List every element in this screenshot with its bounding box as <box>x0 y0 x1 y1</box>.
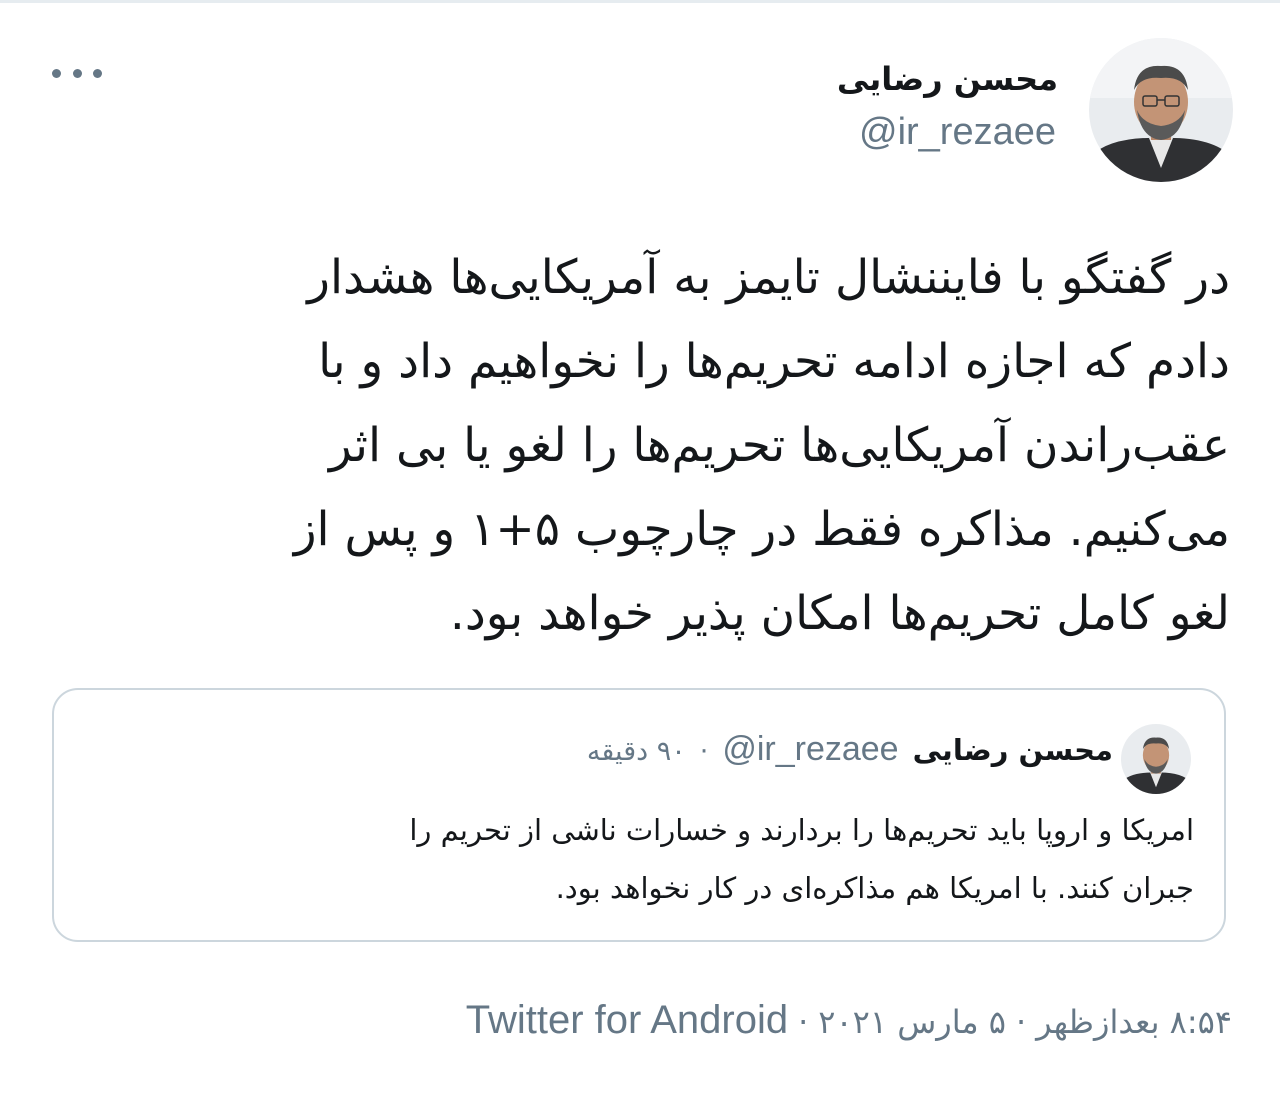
quoted-tweet-header: محسن رضایی @ir_rezaee · ۹۰ دقیقه <box>587 730 1113 769</box>
avatar[interactable] <box>1089 38 1233 182</box>
quoted-line: جبران کنند. با امریکا هم مذاکره‌ای در کا… <box>555 871 1194 905</box>
separator-dot: · <box>798 1003 809 1041</box>
quoted-display-name[interactable]: محسن رضایی <box>913 733 1113 767</box>
quoted-avatar[interactable] <box>1121 724 1191 794</box>
tweet-line: دادم که اجازه ادامه تحریم‌ها را نخواهیم … <box>318 334 1230 389</box>
dot <box>52 68 61 78</box>
dot <box>93 68 102 78</box>
tweet-source-link[interactable]: Twitter for Android <box>466 998 788 1043</box>
quoted-handle[interactable]: @ir_rezaee <box>722 730 898 769</box>
tweet-line: لغو کامل تحریم‌ها امکان پذیر خواهد بود. <box>449 586 1230 641</box>
tweet-line: می‌کنیم. مذاکره فقط در چارچوب ۵+۱ و پس ا… <box>293 502 1230 557</box>
author-display-name[interactable]: محسن رضایی <box>837 60 1058 98</box>
quoted-line: امریکا و اروپا باید تحریم‌ها را بردارند … <box>409 813 1194 847</box>
tweet-date[interactable]: ۵ مارس ۲۰۲۱ <box>818 1003 1006 1041</box>
quoted-tweet-text: امریکا و اروپا باید تحریم‌ها را بردارند … <box>114 801 1194 917</box>
dot <box>72 68 82 78</box>
more-options-icon[interactable] <box>52 58 102 88</box>
tweet-line: عقب‌راندن آمریکایی‌ها تحریم‌ها را لغو یا… <box>328 418 1230 473</box>
tweet-time[interactable]: ۸:۵۴ بعدازظهر <box>1036 1003 1232 1041</box>
author-handle[interactable]: @ir_rezaee <box>859 111 1056 154</box>
tweet-meta: ۸:۵۴ بعدازظهر · ۵ مارس ۲۰۲۱ · Twitter fo… <box>466 998 1232 1043</box>
tweet-text: در گفتگو با فایننشال تایمز به آمریکایی‌ه… <box>80 236 1230 656</box>
separator-dot: · <box>1015 1003 1027 1041</box>
quoted-timestamp[interactable]: ۹۰ دقیقه <box>587 736 686 767</box>
tweet-line: در گفتگو با فایننشال تایمز به آمریکایی‌ه… <box>307 250 1230 305</box>
separator-dot: · <box>699 736 709 767</box>
profile-photo-icon <box>1089 38 1233 182</box>
profile-photo-icon <box>1121 724 1191 794</box>
top-divider <box>0 0 1280 3</box>
